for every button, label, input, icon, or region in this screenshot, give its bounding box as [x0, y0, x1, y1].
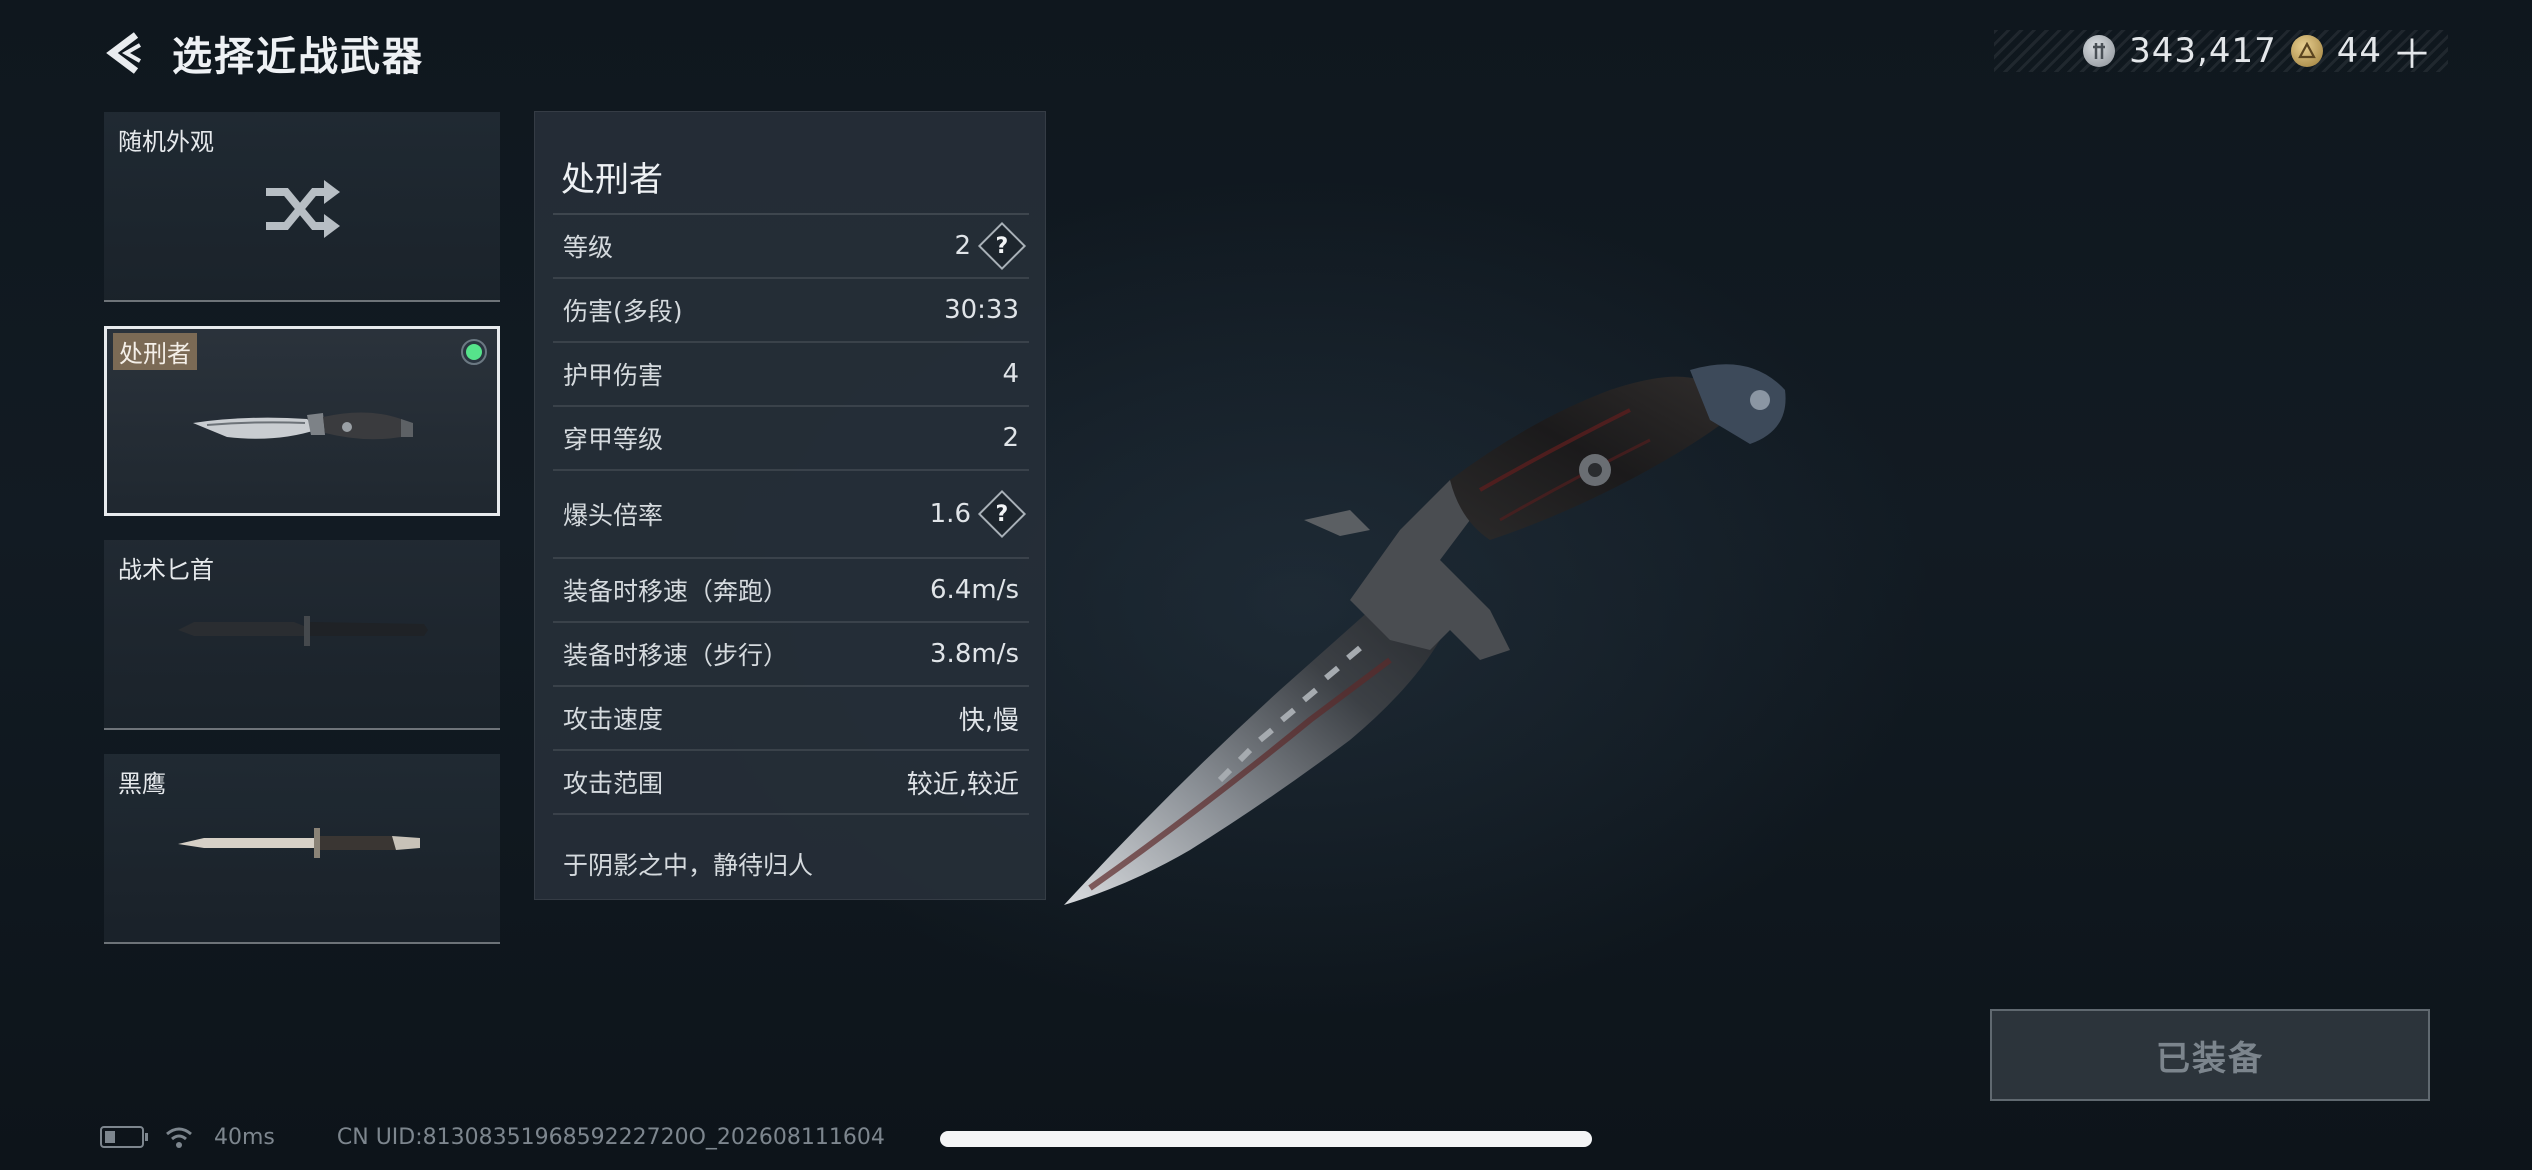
- stat-value: 3.8m/s: [930, 639, 1019, 669]
- weapon-card-random[interactable]: 随机外观: [104, 112, 500, 302]
- shuffle-icon: [266, 180, 340, 238]
- equipped-button-label: 已装备: [2156, 1038, 2264, 1079]
- battery-icon: [100, 1126, 148, 1148]
- wifi-icon: [166, 1127, 192, 1148]
- stat-value: 6.4m/s: [930, 575, 1019, 605]
- weapon-card-tactical-dagger[interactable]: 战术匕首: [104, 540, 500, 730]
- game-screen: 选择近战武器 343,417 44 ＋ 随机外观 处刑者 战术匕首 黑鹰 处刑者…: [0, 0, 2532, 1170]
- currency-bar: 343,417 44 ＋: [1994, 30, 2448, 78]
- black-hawk-knife-image: [178, 828, 420, 858]
- silver-amount: 343,417: [2129, 31, 2277, 71]
- stat-row-attack-speed: 攻击速度 快,慢: [553, 687, 1029, 751]
- stat-row-headshot: 爆头倍率 1.6 ?: [553, 471, 1029, 559]
- stat-name: 等级: [563, 233, 614, 262]
- weapon-card-label: 战术匕首: [118, 556, 214, 584]
- back-button[interactable]: [100, 28, 148, 78]
- stat-row-penetration: 穿甲等级 2: [553, 407, 1029, 471]
- stat-value: 较近,较近: [906, 769, 1019, 800]
- weapon-card-black-hawk[interactable]: 黑鹰: [104, 754, 500, 944]
- chevron-left-icon: [106, 32, 141, 74]
- uid-text: CN UID:8130835196859222720O_202608111604: [336, 1124, 885, 1150]
- help-icon: ?: [995, 233, 1009, 259]
- weapon-description: 于阴影之中，静待归人: [563, 851, 814, 880]
- stat-value: 1.6: [929, 499, 971, 529]
- tactical-dagger-image: [178, 616, 428, 646]
- gold-amount: 44: [2336, 31, 2382, 71]
- equipped-button[interactable]: 已装备: [1990, 1009, 2430, 1101]
- stat-row-walk-speed: 装备时移速（步行） 3.8m/s: [553, 623, 1029, 687]
- stat-name: 装备时移速（步行）: [563, 641, 789, 670]
- home-indicator[interactable]: [940, 1131, 1592, 1147]
- weapon-card-executioner[interactable]: 处刑者: [104, 326, 500, 516]
- level-help-button[interactable]: ?: [977, 221, 1027, 271]
- stat-name: 装备时移速（奔跑）: [563, 577, 789, 606]
- weapon-card-label: 黑鹰: [118, 770, 166, 798]
- weapon-name: 处刑者: [561, 160, 663, 200]
- stat-value: 2: [954, 231, 971, 261]
- ping-value: 40ms: [214, 1124, 275, 1150]
- weapon-card-label: 随机外观: [118, 128, 214, 156]
- weapon-detail-panel: 处刑者 等级 2 ? 伤害(多段) 30:33 护甲伤害 4 穿甲等级 2 爆头…: [534, 111, 1046, 900]
- add-currency-button[interactable]: ＋: [2392, 22, 2432, 80]
- stat-name: 穿甲等级: [563, 425, 664, 454]
- stat-value: 4: [1002, 359, 1019, 389]
- stat-row-damage: 伤害(多段) 30:33: [553, 279, 1029, 343]
- stat-value: 快,慢: [958, 705, 1019, 736]
- stat-name: 攻击速度: [563, 705, 664, 734]
- stat-row-attack-range: 攻击范围 较近,较近: [553, 751, 1029, 815]
- executioner-knife-render: [1064, 364, 1786, 905]
- status-footer: 40ms CN UID:8130835196859222720O_2026081…: [100, 1120, 885, 1154]
- headshot-help-button[interactable]: ?: [977, 489, 1027, 539]
- equipped-indicator-icon: [461, 339, 487, 365]
- gold-coin-icon: [2290, 35, 2323, 67]
- silver-coin-icon: [2083, 35, 2116, 67]
- stat-value-wrap: 1.6 ?: [929, 489, 1027, 539]
- help-icon: ?: [995, 501, 1009, 527]
- weapon-card-label: 处刑者: [113, 333, 197, 370]
- stat-row-run-speed: 装备时移速（奔跑） 6.4m/s: [553, 559, 1029, 623]
- stat-name: 护甲伤害: [563, 361, 664, 390]
- stat-name: 伤害(多段): [563, 297, 683, 326]
- executioner-knife-image: [193, 412, 413, 440]
- header: 选择近战武器: [100, 28, 424, 80]
- stat-value: 2: [1002, 423, 1019, 453]
- page-title: 选择近战武器: [172, 34, 424, 80]
- stat-row-armor-damage: 护甲伤害 4: [553, 343, 1029, 407]
- stat-name: 爆头倍率: [563, 501, 664, 530]
- stat-value: 30:33: [944, 295, 1019, 325]
- stat-value-wrap: 2 ?: [954, 221, 1027, 271]
- stat-name: 攻击范围: [563, 769, 664, 798]
- stat-row-level: 等级 2 ?: [553, 215, 1029, 279]
